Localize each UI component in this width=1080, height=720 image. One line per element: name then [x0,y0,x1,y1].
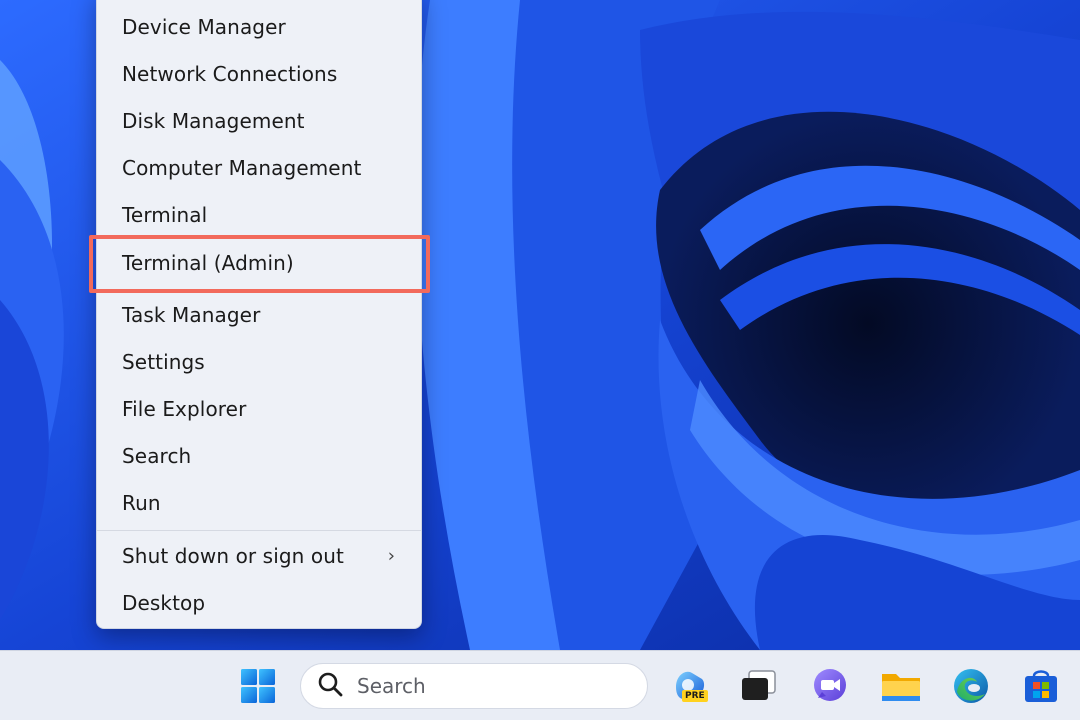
microsoft-store-icon[interactable] [1020,665,1062,707]
menu-item-label: Device Manager [122,15,286,39]
menu-separator [97,530,421,531]
winx-context-menu: Device Manager Network Connections Disk … [96,0,422,629]
menu-item-label: Run [122,491,161,515]
windows-start-icon[interactable] [237,665,279,707]
menu-item-shut-down-or-sign-out[interactable]: Shut down or sign out › [103,534,417,578]
menu-item-network-connections[interactable]: Network Connections [103,52,417,96]
menu-item-settings[interactable]: Settings [103,340,417,384]
chevron-right-icon: › [387,545,395,567]
copilot-pre-icon[interactable]: PRE [668,665,710,707]
menu-item-label: Terminal (Admin) [122,251,294,275]
menu-item-disk-management[interactable]: Disk Management [103,99,417,143]
menu-item-device-manager[interactable]: Device Manager [103,5,417,49]
menu-item-task-manager[interactable]: Task Manager [103,293,417,337]
menu-item-label: Disk Management [122,109,305,133]
edge-icon[interactable] [950,665,992,707]
task-view-icon[interactable] [738,665,780,707]
menu-item-label: Network Connections [122,62,338,86]
search-placeholder: Search [357,674,426,698]
menu-item-label: Terminal [122,203,208,227]
menu-item-terminal[interactable]: Terminal [103,193,417,237]
menu-item-terminal-admin[interactable]: Terminal (Admin) [103,241,417,285]
menu-item-label: Search [122,444,192,468]
preview-badge: PRE [682,690,708,702]
menu-item-computer-management[interactable]: Computer Management [103,146,417,190]
menu-item-desktop[interactable]: Desktop [103,581,417,625]
menu-item-label: File Explorer [122,397,247,421]
taskbar-search-box[interactable]: Search [300,663,648,709]
menu-item-run[interactable]: Run [103,481,417,525]
menu-item-label: Task Manager [122,303,261,327]
menu-item-file-explorer[interactable]: File Explorer [103,387,417,431]
menu-item-label: Desktop [122,591,206,615]
menu-item-label: Shut down or sign out [122,544,344,568]
search-icon [317,671,343,701]
menu-item-label: Settings [122,350,205,374]
menu-item-search[interactable]: Search [103,434,417,478]
file-explorer-icon[interactable] [880,665,922,707]
menu-item-label: Computer Management [122,156,362,180]
taskbar: Search PRE [0,650,1080,720]
teams-chat-icon[interactable] [809,665,851,707]
